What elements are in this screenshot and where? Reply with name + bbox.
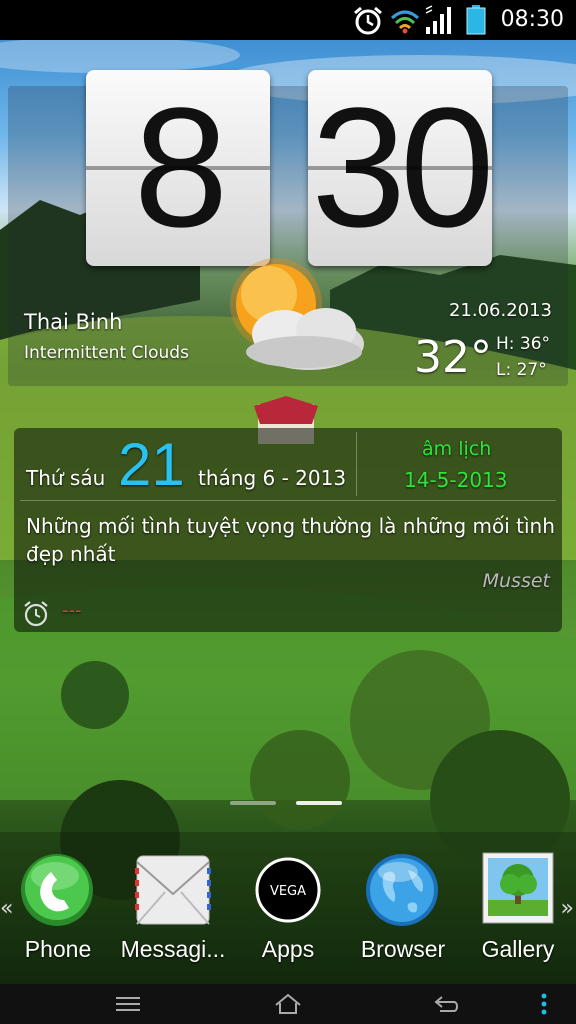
calendar-weekday: Thứ sáu xyxy=(26,466,106,490)
partly-cloudy-icon xyxy=(230,258,364,370)
weather-temperature: 32° xyxy=(414,332,492,383)
page-dot-active xyxy=(296,801,342,805)
minute-flip-card: 30 xyxy=(308,70,495,266)
weather-location: Thai Binh xyxy=(24,310,123,334)
alarm-status: --- xyxy=(62,600,82,621)
weather-high: H: 36° xyxy=(496,334,551,354)
calendar-month-year: tháng 6 - 2013 xyxy=(198,466,347,490)
signal-icon xyxy=(425,5,451,34)
navigation-bar xyxy=(0,984,576,1024)
dock-label-phone: Phone xyxy=(24,936,92,962)
wifi-icon xyxy=(390,10,420,34)
panel-horizontal-divider xyxy=(20,500,556,501)
alarm-icon xyxy=(354,6,382,35)
status-clock: 08:30 xyxy=(500,7,564,32)
dock-label-messaging: Messagi... xyxy=(120,936,226,962)
weather-low: L: 27° xyxy=(496,360,547,380)
quote-author: Musset xyxy=(482,570,550,592)
weather-condition: Intermittent Clouds xyxy=(24,343,189,363)
weather-date: 21.06.2013 xyxy=(448,300,552,321)
dock-label-gallery: Gallery xyxy=(481,936,555,962)
dock-label-browser: Browser xyxy=(360,936,446,962)
calendar-day: 21 xyxy=(118,431,185,498)
phone-icon xyxy=(21,854,93,926)
flip-seam xyxy=(308,166,492,170)
battery-icon xyxy=(466,5,486,35)
overflow-menu-icon[interactable] xyxy=(540,992,548,1016)
hour-flip-card: 8 xyxy=(86,70,270,266)
gallery-icon xyxy=(482,852,554,924)
flip-seam xyxy=(86,166,270,170)
dock-scroll-right-icon[interactable]: » xyxy=(561,896,574,921)
svg-text:VEGA: VEGA xyxy=(270,884,306,899)
dock-label-apps: Apps xyxy=(261,936,315,962)
lunar-label: âm lịch xyxy=(422,438,492,460)
browser-icon xyxy=(366,854,438,926)
dock-scroll-left-icon[interactable]: « xyxy=(0,896,13,921)
page-dot xyxy=(230,801,276,805)
messaging-icon xyxy=(135,855,211,925)
menu-icon[interactable] xyxy=(116,996,140,1012)
apps-icon: VEGA xyxy=(255,857,321,923)
panel-vertical-divider xyxy=(356,432,357,496)
lunar-date: 14-5-2013 xyxy=(404,468,508,492)
alarm-clock-icon[interactable] xyxy=(22,600,50,628)
home-icon[interactable] xyxy=(274,992,302,1016)
status-bar: 08:30 xyxy=(0,0,576,40)
back-icon[interactable] xyxy=(434,994,460,1014)
quote-text: Những mối tình tuyệt vọng thường là nhữn… xyxy=(26,514,555,566)
